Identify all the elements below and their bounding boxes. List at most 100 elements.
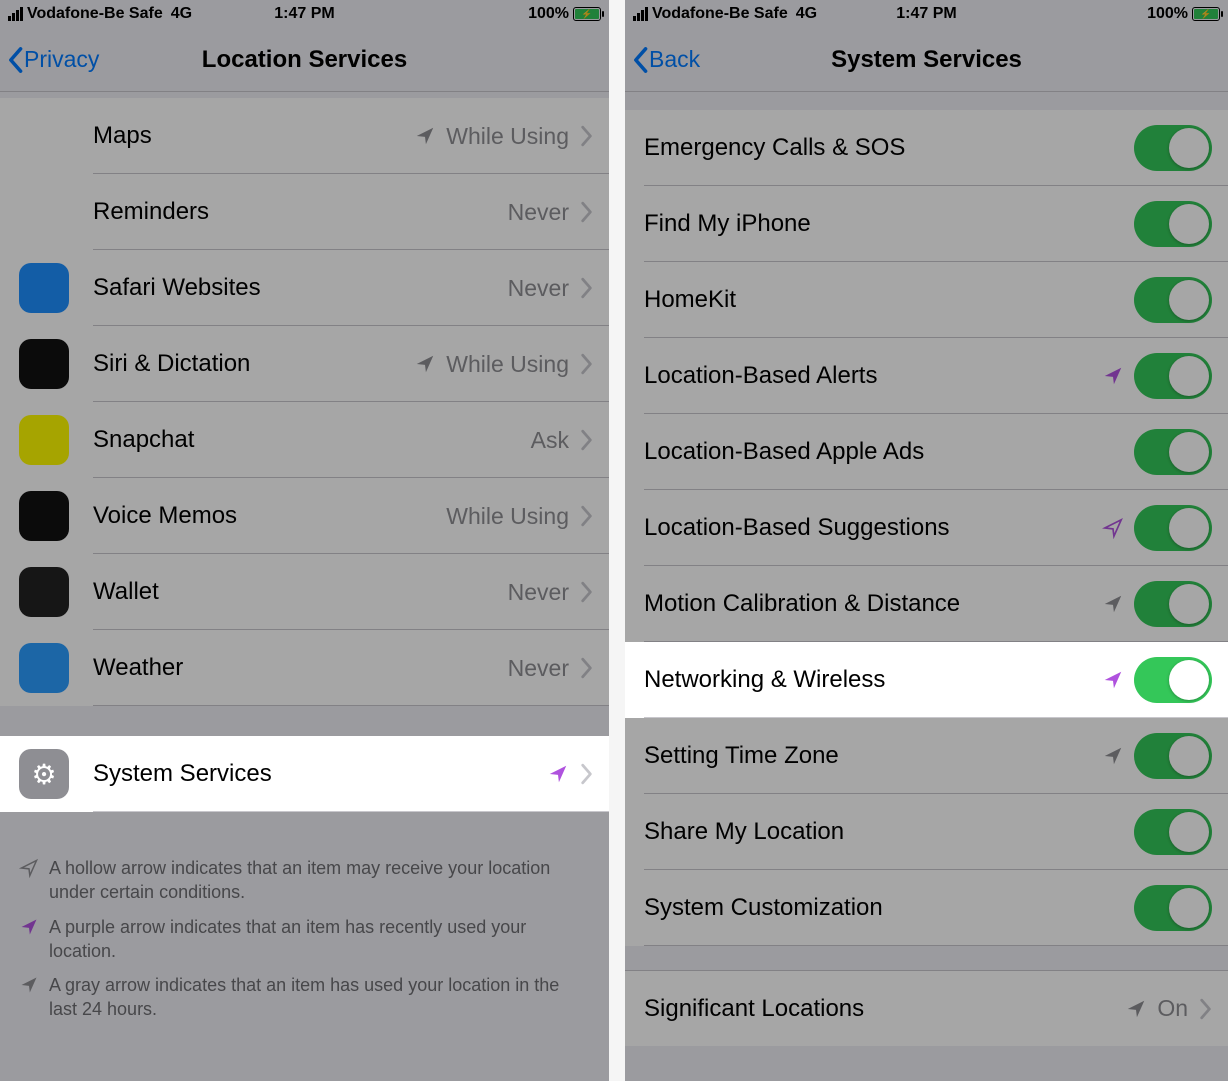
time-label: 1:47 PM	[896, 5, 956, 23]
back-button[interactable]: Privacy	[0, 46, 99, 74]
legend-gray-text: A gray arrow indicates that an item has …	[49, 973, 590, 1022]
status-bar: Vodafone-Be Safe 4G 1:47 PM 100% ⚡	[0, 0, 609, 28]
app-icon	[19, 491, 69, 541]
carrier-label: Vodafone-Be Safe	[652, 5, 788, 23]
back-label: Back	[649, 46, 700, 73]
toggle-switch[interactable]	[1134, 201, 1212, 247]
row-label: Reminders	[93, 198, 508, 226]
row-weather[interactable]: Weather Never	[0, 630, 609, 706]
location-arrow-icon	[1102, 365, 1124, 387]
row-label: Safari Websites	[93, 274, 508, 302]
location-arrow-icon	[1102, 745, 1124, 767]
row-voice-memos[interactable]: Voice Memos While Using	[0, 478, 609, 554]
battery-percent: 100%	[528, 5, 569, 23]
chevron-left-icon	[631, 46, 649, 74]
app-icon	[19, 187, 69, 237]
row-share-my-location: Share My Location	[625, 794, 1228, 870]
row-status: Never	[508, 275, 569, 302]
row-label: Location-Based Apple Ads	[644, 438, 1134, 466]
row-label: Maps	[93, 122, 414, 150]
legend-purple-text: A purple arrow indicates that an item ha…	[49, 915, 590, 964]
row-status: Never	[508, 579, 569, 606]
row-label: System Customization	[644, 894, 1134, 922]
row-status: Ask	[531, 427, 569, 454]
location-arrow-hollow-icon	[19, 858, 39, 878]
toggle-switch[interactable]	[1134, 885, 1212, 931]
row-find-my-iphone: Find My iPhone	[625, 186, 1228, 262]
battery-icon: ⚡	[1192, 7, 1220, 21]
row-label: Location-Based Alerts	[644, 362, 1102, 390]
row-location-based-apple-ads: Location-Based Apple Ads	[625, 414, 1228, 490]
app-icon	[19, 643, 69, 693]
back-button[interactable]: Back	[625, 46, 700, 74]
chevron-right-icon	[579, 125, 593, 147]
location-arrow-gray-icon	[19, 975, 39, 995]
chevron-left-icon	[6, 46, 24, 74]
location-arrow-icon	[1102, 669, 1124, 691]
row-label: Wallet	[93, 578, 508, 606]
screenshot-location-services: Vodafone-Be Safe 4G 1:47 PM 100% ⚡ Priva…	[0, 0, 609, 1081]
row-label: Voice Memos	[93, 502, 446, 530]
nav-title: Location Services	[202, 46, 407, 74]
toggle-switch[interactable]	[1134, 505, 1212, 551]
carrier-label: Vodafone-Be Safe	[27, 5, 163, 23]
row-status: While Using	[446, 123, 569, 150]
row-label: Networking & Wireless	[644, 666, 1102, 694]
row-reminders[interactable]: Reminders Never	[0, 174, 609, 250]
location-arrow-icon	[414, 125, 436, 147]
chevron-right-icon	[1198, 998, 1212, 1020]
toggle-switch[interactable]	[1134, 277, 1212, 323]
location-arrow-icon	[414, 353, 436, 375]
status-bar: Vodafone-Be Safe 4G 1:47 PM 100% ⚡	[625, 0, 1228, 28]
toggle-switch[interactable]	[1134, 657, 1212, 703]
location-arrow-purple-icon	[19, 917, 39, 937]
row-maps[interactable]: Maps While Using	[0, 98, 609, 174]
row-emergency-calls-sos: Emergency Calls & SOS	[625, 110, 1228, 186]
services-list: Emergency Calls & SOS Find My iPhone Hom…	[625, 110, 1228, 946]
row-homekit: HomeKit	[625, 262, 1228, 338]
toggle-switch[interactable]	[1134, 581, 1212, 627]
toggle-switch[interactable]	[1134, 125, 1212, 171]
row-system-services[interactable]: ⚙︎ System Services	[0, 736, 609, 812]
row-label: Share My Location	[644, 818, 1134, 846]
row-label: Motion Calibration & Distance	[644, 590, 1102, 618]
chevron-right-icon	[579, 201, 593, 223]
chevron-right-icon	[579, 657, 593, 679]
toggle-switch[interactable]	[1134, 353, 1212, 399]
row-label: HomeKit	[644, 286, 1134, 314]
row-label: Find My iPhone	[644, 210, 1134, 238]
app-icon	[19, 567, 69, 617]
row-snapchat[interactable]: Snapchat Ask	[0, 402, 609, 478]
toggle-switch[interactable]	[1134, 733, 1212, 779]
chevron-right-icon	[579, 277, 593, 299]
row-label: Snapchat	[93, 426, 531, 454]
app-icon	[19, 111, 69, 161]
signal-icon	[633, 7, 648, 21]
location-arrow-icon	[547, 763, 569, 785]
app-icon: ⚙︎	[19, 749, 69, 799]
row-significant-locations[interactable]: Significant Locations On	[625, 970, 1228, 1046]
row-setting-time-zone: Setting Time Zone	[625, 718, 1228, 794]
chevron-right-icon	[579, 505, 593, 527]
battery-icon: ⚡	[573, 7, 601, 21]
time-label: 1:47 PM	[274, 5, 334, 23]
row-safari-websites[interactable]: Safari Websites Never	[0, 250, 609, 326]
app-icon	[19, 339, 69, 389]
app-list: Maps While Using Reminders Never Safari …	[0, 98, 609, 812]
row-label: Setting Time Zone	[644, 742, 1102, 770]
row-siri-dictation[interactable]: Siri & Dictation While Using	[0, 326, 609, 402]
toggle-switch[interactable]	[1134, 809, 1212, 855]
row-wallet[interactable]: Wallet Never	[0, 554, 609, 630]
app-icon	[19, 263, 69, 313]
nav-bar: Privacy Location Services	[0, 28, 609, 92]
row-status: On	[1157, 995, 1188, 1022]
row-location-based-suggestions: Location-Based Suggestions	[625, 490, 1228, 566]
row-motion-calibration-distance: Motion Calibration & Distance	[625, 566, 1228, 642]
toggle-switch[interactable]	[1134, 429, 1212, 475]
row-label: Weather	[93, 654, 508, 682]
row-status: While Using	[446, 351, 569, 378]
nav-bar: Back System Services	[625, 28, 1228, 92]
row-status: Never	[508, 199, 569, 226]
legend: A hollow arrow indicates that an item ma…	[0, 842, 609, 1042]
chevron-right-icon	[579, 353, 593, 375]
